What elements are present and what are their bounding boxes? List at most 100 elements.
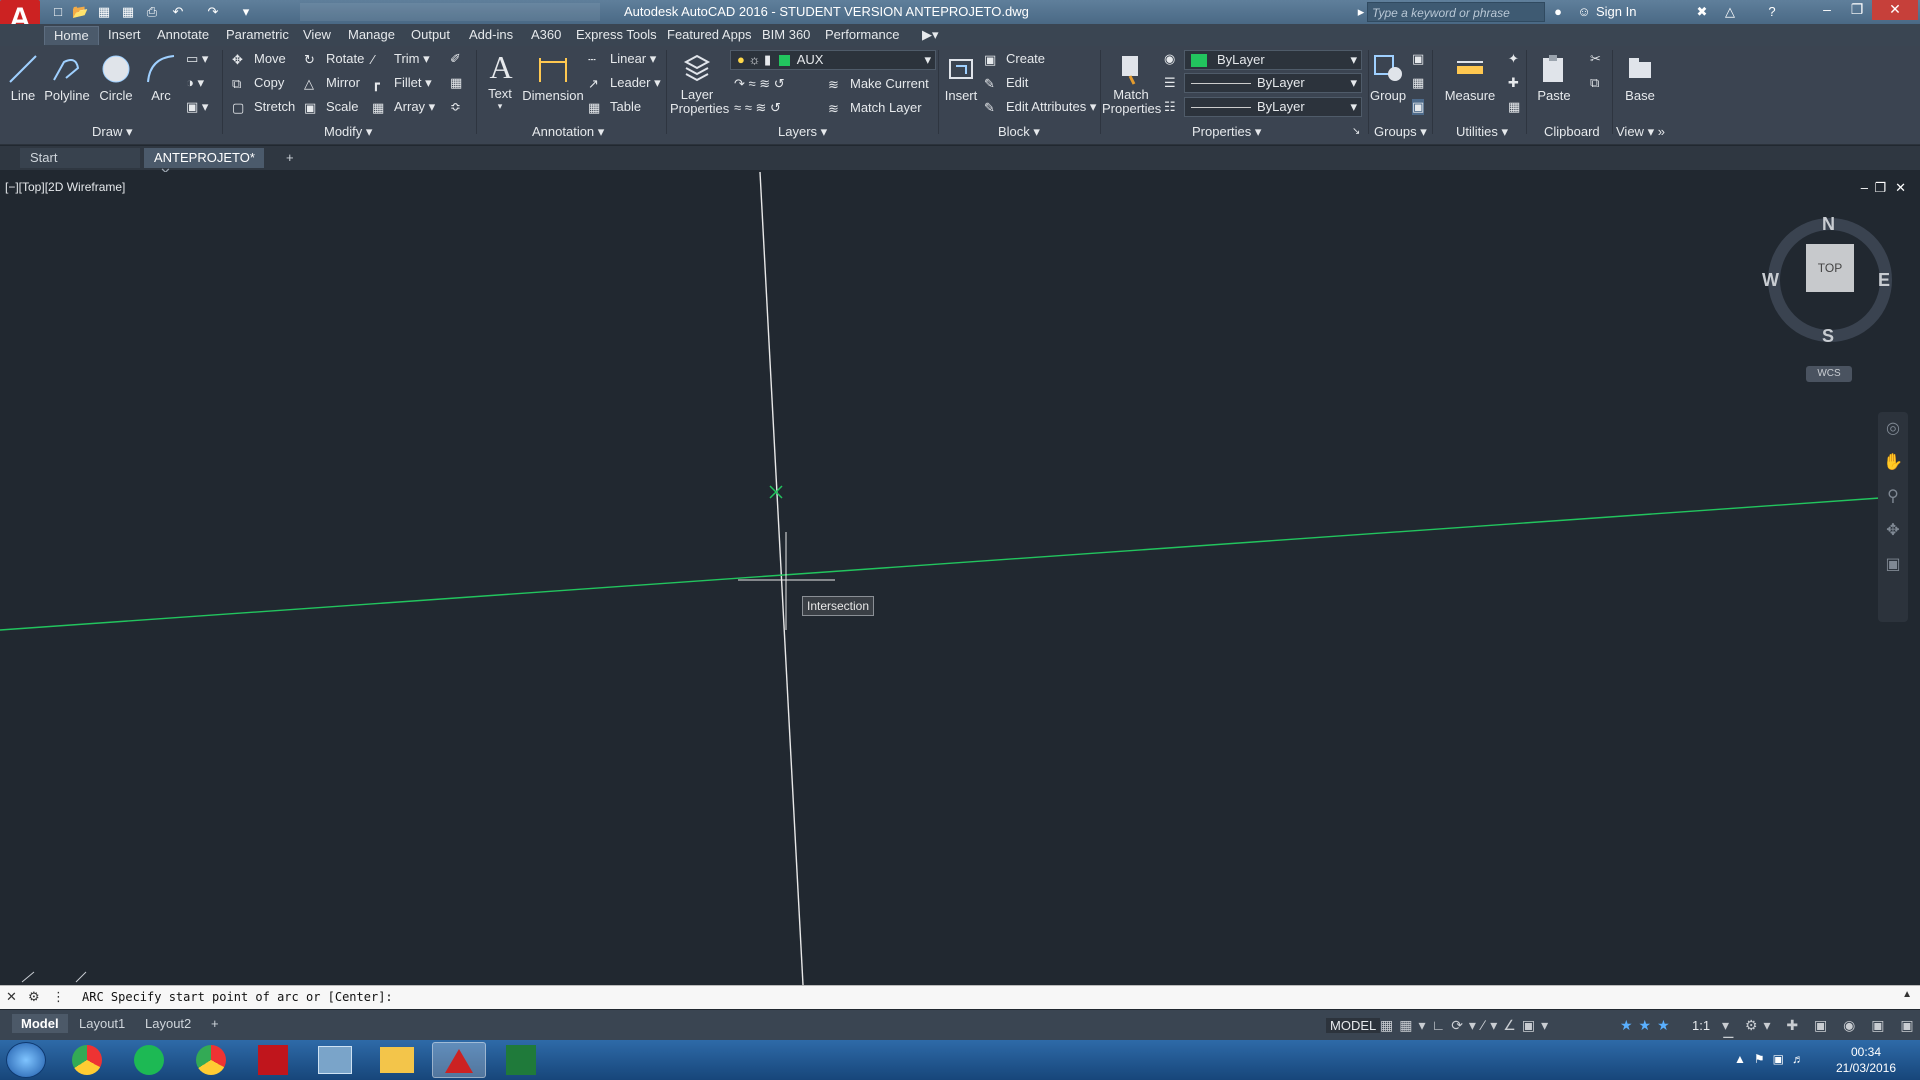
utilities-panel-title[interactable]: Utilities ▾ bbox=[1456, 124, 1508, 140]
point-icon[interactable]: ✚ bbox=[1508, 75, 1519, 91]
layers-panel-title[interactable]: Layers ▾ bbox=[778, 124, 827, 140]
edit-attributes-button[interactable]: ✎ Edit Attributes ▾ bbox=[984, 99, 1096, 116]
layer-tools-icons[interactable]: ↷ ≈ ≋ ↺ bbox=[734, 76, 785, 92]
drawing-canvas[interactable] bbox=[0, 172, 1920, 985]
sign-in-button[interactable]: Sign In bbox=[1596, 4, 1636, 19]
layer-properties-button[interactable]: Layer Properties bbox=[670, 52, 729, 116]
tab-a360[interactable]: A360 bbox=[531, 27, 561, 42]
binoculars-icon[interactable]: ● bbox=[1550, 4, 1566, 20]
dimension-button[interactable]: Dimension bbox=[522, 52, 584, 103]
quick-select-icon[interactable]: ✦ bbox=[1508, 51, 1519, 67]
trim-button[interactable]: ∕ Trim ▾ bbox=[372, 51, 430, 68]
groups-panel-title[interactable]: Groups ▾ bbox=[1374, 124, 1427, 140]
polyline-button[interactable]: Polyline bbox=[42, 52, 92, 103]
make-current-button[interactable]: ≋ Make Current bbox=[828, 76, 929, 93]
compass-east[interactable]: E bbox=[1878, 270, 1890, 291]
offset-icon[interactable]: ≎ bbox=[450, 99, 461, 115]
tab-home[interactable]: Home bbox=[44, 26, 99, 45]
linetype-dropdown[interactable]: ByLayer ▾ bbox=[1184, 73, 1362, 93]
scale-button[interactable]: ▣ Scale bbox=[304, 99, 359, 116]
explode-icon[interactable]: ▦ bbox=[450, 75, 462, 91]
leader-dropdown[interactable]: ↗ Leader ▾ bbox=[588, 75, 661, 92]
cut-icon[interactable]: ✂ bbox=[1590, 51, 1601, 67]
paste-button[interactable]: Paste bbox=[1534, 52, 1574, 103]
compass-west[interactable]: W bbox=[1762, 270, 1779, 291]
recent-commands-icon[interactable]: ⋮ bbox=[52, 989, 65, 1005]
block-panel-title[interactable]: Block ▾ bbox=[998, 124, 1040, 140]
redo-icon[interactable]: ↷ bbox=[205, 4, 221, 20]
tab-add-ins[interactable]: Add-ins bbox=[469, 27, 513, 42]
ungroup-icon[interactable]: ▣ bbox=[1412, 51, 1424, 67]
command-line[interactable]: ✕ ⚙ ⋮ ARC Specify start point of arc or … bbox=[0, 985, 1920, 1009]
help-icon[interactable]: ? bbox=[1764, 4, 1780, 20]
stretch-button[interactable]: ▢ Stretch bbox=[232, 99, 295, 116]
copy-clip-icon[interactable]: ⧉ bbox=[1590, 75, 1599, 91]
match-properties-button[interactable]: Match Properties bbox=[1102, 52, 1161, 116]
array-button[interactable]: ▦ Array ▾ bbox=[372, 99, 435, 116]
restore-icon[interactable]: ❐ bbox=[1842, 0, 1872, 20]
chrome-2-taskbar-icon[interactable] bbox=[184, 1042, 238, 1078]
line-button[interactable]: Line bbox=[6, 52, 40, 103]
move-button[interactable]: ✥ Move bbox=[232, 51, 286, 68]
new-file-icon[interactable]: □ bbox=[50, 4, 66, 20]
system-tray-icons[interactable]: ▲⚑▣♬ bbox=[1734, 1052, 1812, 1066]
command-history-icon[interactable]: ▲ bbox=[1902, 989, 1912, 1000]
tab-output[interactable]: Output bbox=[411, 27, 450, 42]
tab-model[interactable]: Model bbox=[12, 1014, 68, 1033]
erase-icon[interactable]: ✐ bbox=[450, 51, 461, 67]
linear-dropdown[interactable]: ┄ Linear ▾ bbox=[588, 51, 656, 68]
close-command-icon[interactable]: ✕ bbox=[6, 989, 17, 1005]
text-button[interactable]: A Text ▾ bbox=[484, 50, 516, 112]
command-prompt-text[interactable]: ARC Specify start point of arc or [Cente… bbox=[82, 990, 393, 1004]
open-file-icon[interactable]: 📂 bbox=[72, 4, 88, 20]
annotation-scale-icons[interactable]: ★★★ bbox=[1620, 1017, 1676, 1034]
tab-layout1[interactable]: Layout1 bbox=[70, 1014, 134, 1033]
chrome-taskbar-icon[interactable] bbox=[60, 1042, 114, 1078]
tab-annotate[interactable]: Annotate bbox=[157, 27, 209, 42]
modify-panel-title[interactable]: Modify ▾ bbox=[324, 124, 372, 140]
create-block-button[interactable]: ▣ Create bbox=[984, 51, 1045, 68]
draw-panel-title[interactable]: Draw ▾ bbox=[92, 124, 132, 140]
tab-view[interactable]: View bbox=[303, 27, 331, 42]
acrobat-taskbar-icon[interactable] bbox=[246, 1042, 300, 1078]
tab-layout2[interactable]: Layout2 bbox=[136, 1014, 200, 1033]
file-explorer-taskbar-icon[interactable] bbox=[370, 1042, 424, 1078]
table-button[interactable]: ▦ Table bbox=[588, 99, 641, 116]
lineweight-dropdown[interactable]: ByLayer ▾ bbox=[1184, 97, 1362, 117]
insert-block-button[interactable]: Insert bbox=[942, 52, 980, 103]
layer-tools-icons-2[interactable]: ≈ ≈ ≋ ↺ bbox=[734, 100, 781, 116]
vertical-construction-line[interactable] bbox=[759, 172, 804, 985]
hatch-icon[interactable]: ◑ ▾ bbox=[186, 75, 204, 91]
compass-north[interactable]: N bbox=[1822, 214, 1835, 235]
compass-south[interactable]: S bbox=[1822, 326, 1834, 347]
rectangle-icon[interactable]: ▭ ▾ bbox=[186, 51, 208, 67]
calculator-icon[interactable]: ▦ bbox=[1508, 99, 1520, 115]
annotation-panel-title[interactable]: Annotation ▾ bbox=[532, 124, 604, 140]
excel-taskbar-icon[interactable] bbox=[494, 1042, 548, 1078]
annotation-scale[interactable]: 1:1 bbox=[1692, 1018, 1710, 1033]
explorer-app-taskbar-icon[interactable] bbox=[308, 1042, 362, 1078]
steering-wheel-icon[interactable]: ◎ bbox=[1878, 412, 1908, 446]
color-dropdown[interactable]: ByLayer ▾ bbox=[1184, 50, 1362, 70]
file-tab-anteprojeto[interactable]: ANTEPROJETO* ✕ bbox=[144, 148, 264, 180]
mirror-button[interactable]: △ Mirror bbox=[304, 75, 360, 92]
customize-command-icon[interactable]: ⚙ bbox=[28, 989, 40, 1005]
fillet-button[interactable]: ┏ Fillet ▾ bbox=[372, 75, 432, 92]
base-button[interactable]: Base bbox=[1620, 52, 1660, 103]
wcs-menu[interactable]: WCS bbox=[1806, 366, 1852, 382]
tab-insert[interactable]: Insert bbox=[108, 27, 141, 42]
start-button-icon[interactable] bbox=[6, 1042, 46, 1078]
view-panel-title[interactable]: View ▾ » bbox=[1616, 124, 1665, 140]
navigation-bar[interactable]: ◎ ✋ ⚲ ✥ ▣ bbox=[1878, 412, 1908, 622]
properties-panel-title[interactable]: Properties ▾ bbox=[1192, 124, 1261, 140]
horizontal-green-line[interactable] bbox=[0, 497, 1881, 631]
minimize-icon[interactable]: – bbox=[1812, 0, 1842, 20]
zoom-icon[interactable]: ⚲ bbox=[1878, 480, 1908, 514]
model-space-toggle[interactable]: MODEL bbox=[1326, 1018, 1381, 1033]
new-tab-button[interactable]: + bbox=[276, 148, 304, 168]
customize-quick-access-icon[interactable]: ▾ bbox=[238, 4, 254, 20]
pan-icon[interactable]: ✋ bbox=[1878, 446, 1908, 480]
ribbon-options-icon[interactable]: ▶▾ bbox=[922, 27, 939, 43]
group-selection-icon[interactable]: ▣ bbox=[1412, 99, 1425, 115]
taskbar-clock[interactable]: 00:34 21/03/2016 bbox=[1818, 1044, 1914, 1076]
